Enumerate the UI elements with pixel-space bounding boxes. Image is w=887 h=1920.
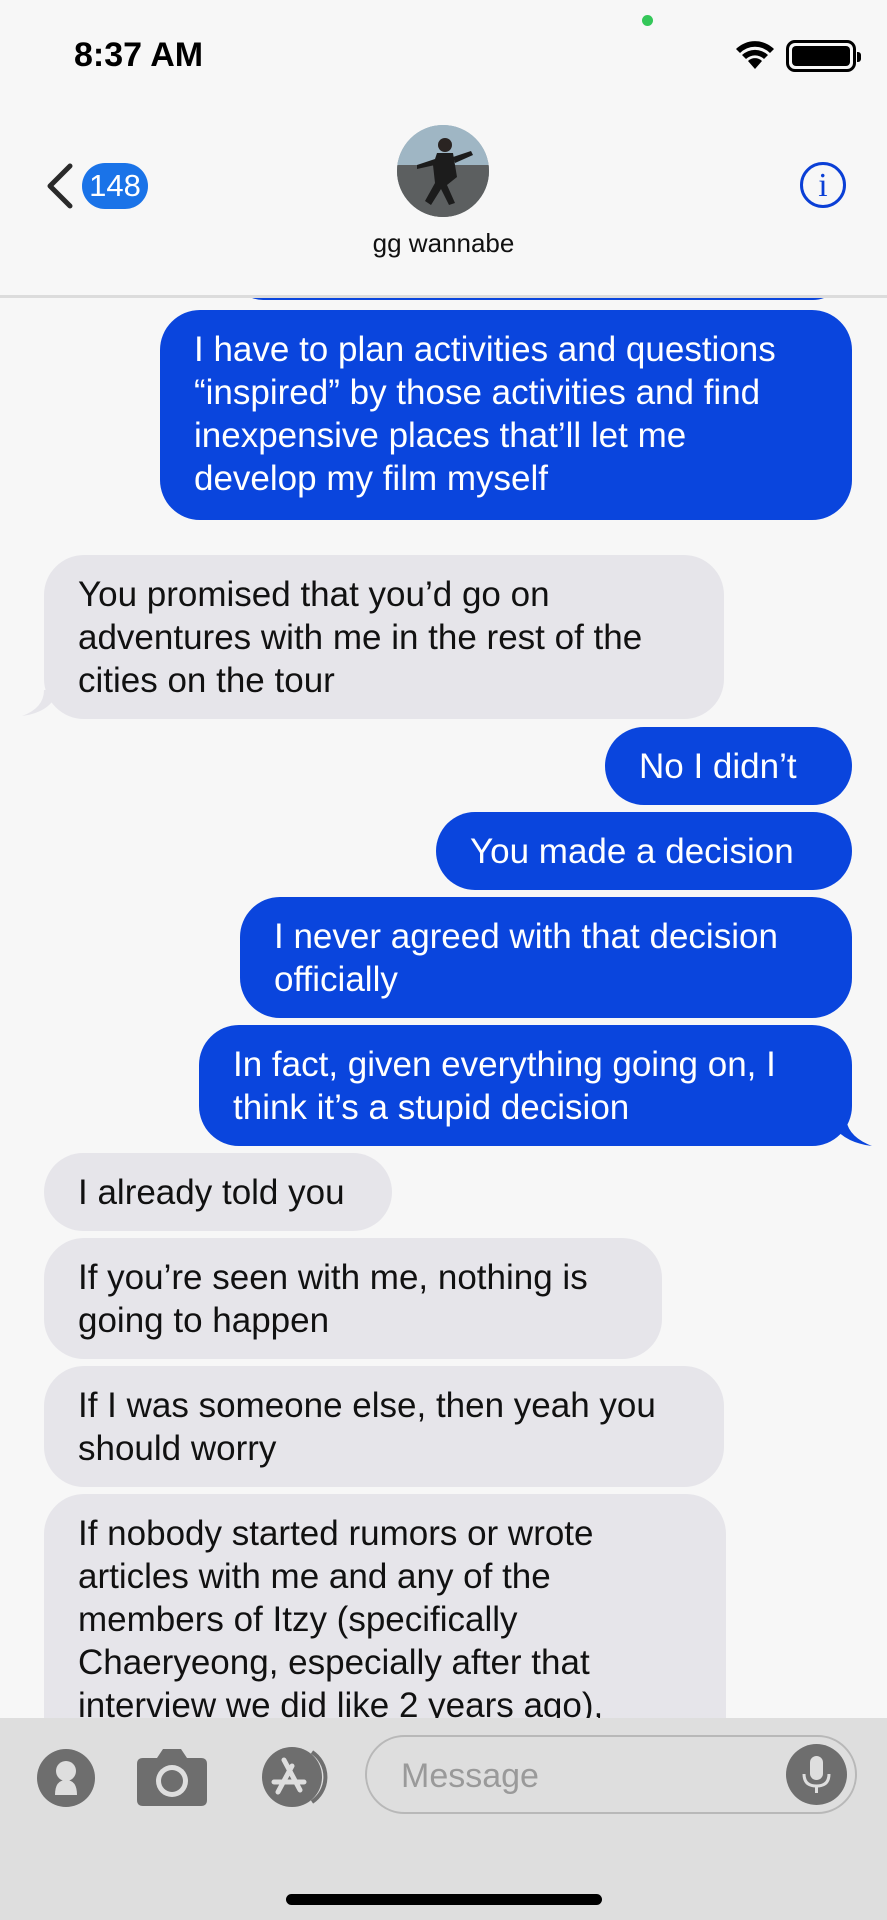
home-indicator[interactable] [286,1894,602,1905]
bubble-tail-outgoing [828,1116,872,1146]
input-bar [0,1718,887,1920]
contact-name[interactable]: gg wannabe [0,228,887,259]
message-bubble-outgoing [232,298,844,300]
chevron-left-icon[interactable] [44,162,74,210]
wifi-icon [736,41,774,69]
contact-avatar[interactable] [397,125,489,217]
message-list[interactable]: I have to plan activities and questions … [0,298,887,1718]
message-bubble-incoming: I already told you [44,1153,392,1231]
message-input[interactable] [399,1751,773,1801]
message-bubble-incoming: If nobody started rumors or wrote articl… [44,1494,726,1718]
message-bubble-outgoing: I have to plan activities and questions … [160,310,852,520]
microphone-icon[interactable] [786,1744,847,1805]
info-icon[interactable]: i [800,162,846,208]
message-bubble-incoming: You promised that you’d go on adventures… [44,555,724,719]
camera-in-use-indicator [642,15,653,26]
message-bubble-outgoing: You made a decision [436,812,852,890]
contact-icon[interactable] [36,1748,96,1808]
camera-icon[interactable] [135,1746,209,1808]
bubble-tail-incoming [22,690,58,716]
message-bubble-outgoing: No I didn’t [605,727,852,805]
message-bubble-outgoing: I never agreed with that decision offici… [240,897,852,1018]
message-bubble-incoming: If I was someone else, then yeah you sho… [44,1366,724,1487]
conversation-header: 148 gg wannabe i [0,110,887,298]
status-bar: 8:37 AM [0,0,887,110]
message-bubble-outgoing: In fact, given everything going on, I th… [199,1025,852,1146]
unread-count-badge[interactable]: 148 [82,163,148,209]
app-store-icon[interactable] [252,1746,334,1808]
message-field[interactable] [365,1735,857,1814]
status-time: 8:37 AM [74,36,204,74]
message-bubble-incoming: If you’re seen with me, nothing is going… [44,1238,662,1359]
battery-icon [786,40,861,72]
